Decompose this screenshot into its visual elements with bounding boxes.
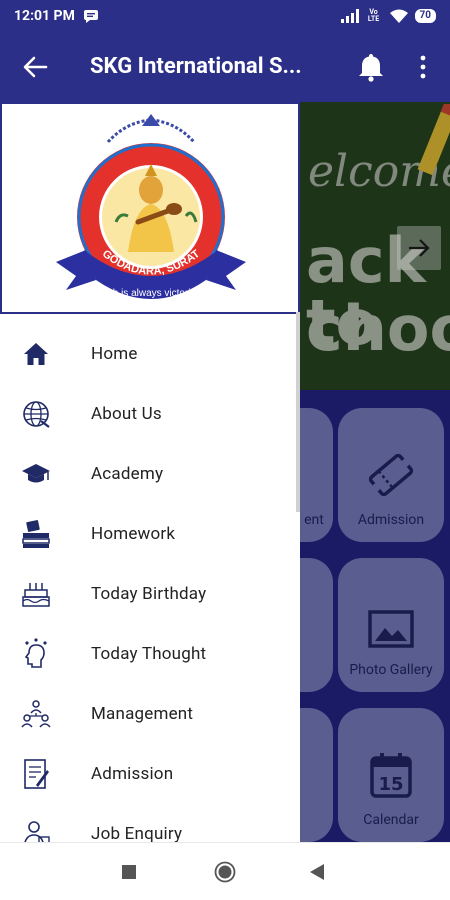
school-logo: SKG INTERNATIONAL SCHOOL GODADARA, SURAT…	[56, 114, 246, 299]
menu-label: Management	[91, 704, 194, 724]
menu-label: Home	[91, 344, 138, 364]
menu-item-homework[interactable]: Homework	[0, 504, 300, 564]
birthday-cake-icon	[20, 578, 52, 610]
menu-item-job-enquiry[interactable]: Job Enquiry	[0, 804, 300, 842]
drawer-header: SKG INTERNATIONAL SCHOOL GODADARA, SURAT…	[0, 102, 300, 314]
more-options-icon[interactable]	[413, 54, 433, 80]
page-title: SKG International S...	[90, 54, 302, 79]
system-navigation-bar	[0, 842, 450, 900]
battery-indicator: 70	[414, 9, 436, 23]
menu-label: Homework	[91, 524, 176, 544]
back-button-icon[interactable]	[309, 863, 325, 881]
menu-item-today-thought[interactable]: Today Thought	[0, 624, 300, 684]
menu-label: Admission	[91, 764, 174, 784]
menu-label: About Us	[91, 404, 162, 424]
network-type: Vo LTE	[367, 8, 380, 23]
globe-icon	[20, 398, 52, 430]
management-icon	[20, 698, 52, 730]
logo-motto: Truth is always victorious	[95, 288, 206, 299]
job-enquiry-icon	[20, 818, 52, 842]
recent-apps-icon[interactable]	[121, 864, 137, 880]
home-icon	[20, 338, 52, 370]
menu-item-about-us[interactable]: About Us	[0, 384, 300, 444]
menu-label: Today Birthday	[91, 584, 207, 604]
menu-item-academy[interactable]: Academy	[0, 444, 300, 504]
drawer-menu: Home About Us Academy Homework Today Bir…	[0, 324, 300, 842]
home-button-icon[interactable]	[214, 861, 236, 883]
status-time: 12:01 PM	[14, 8, 75, 24]
signal-icon	[340, 9, 359, 23]
menu-item-management[interactable]: Management	[0, 684, 300, 744]
drawer-scrim[interactable]	[300, 102, 450, 842]
menu-label: Job Enquiry	[91, 824, 183, 842]
app-bar: SKG International S...	[0, 32, 450, 102]
menu-item-admission[interactable]: Admission	[0, 744, 300, 804]
status-bar: 12:01 PM Vo LTE 70	[0, 0, 450, 32]
homework-icon	[20, 518, 52, 550]
thought-icon	[20, 638, 52, 670]
admission-form-icon	[20, 758, 52, 790]
navigation-drawer: SKG INTERNATIONAL SCHOOL GODADARA, SURAT…	[0, 102, 300, 842]
drawer-scrollbar[interactable]	[296, 312, 300, 512]
graduation-cap-icon	[20, 458, 52, 490]
menu-label: Academy	[91, 464, 164, 484]
message-notification-icon	[83, 10, 98, 23]
menu-item-home[interactable]: Home	[0, 324, 300, 384]
wifi-icon	[389, 9, 408, 23]
notification-bell-icon[interactable]	[357, 52, 385, 82]
menu-item-today-birthday[interactable]: Today Birthday	[0, 564, 300, 624]
back-arrow-icon[interactable]	[22, 54, 48, 80]
menu-label: Today Thought	[91, 644, 207, 664]
